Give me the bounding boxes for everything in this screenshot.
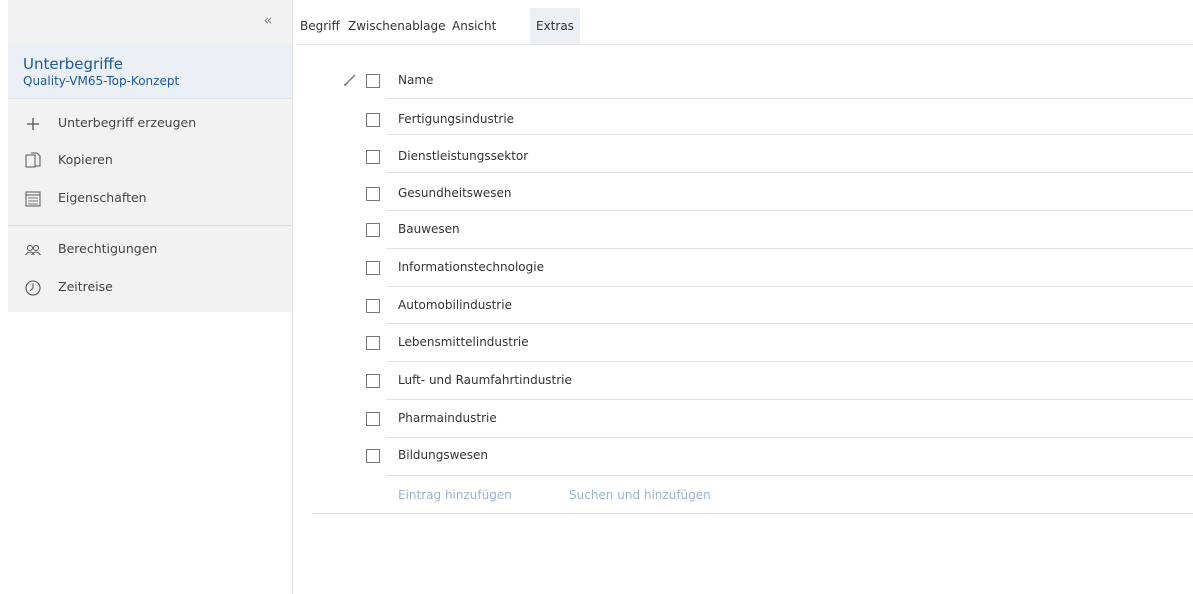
plus-icon xyxy=(27,118,39,130)
clock-icon xyxy=(25,280,41,296)
row-checkbox[interactable] xyxy=(366,299,380,313)
sidebar-item-zeitreise[interactable]: Zeitreise xyxy=(8,268,292,306)
list-item[interactable]: Lebensmittelindustrie xyxy=(398,335,529,349)
select-all-checkbox[interactable] xyxy=(366,74,380,88)
sidebar-title: Unterbegriffe xyxy=(23,55,123,73)
row-checkbox[interactable] xyxy=(366,223,380,237)
sidebar: « Unterbegriffe Quality-VM65-Top-Konzept… xyxy=(8,0,292,594)
sidebar-subtitle: Quality-VM65-Top-Konzept xyxy=(23,74,180,88)
sidebar-empty-area xyxy=(8,312,292,594)
sidebar-item-berechtigungen[interactable]: Berechtigungen xyxy=(8,230,292,268)
list-item[interactable]: Pharmaindustrie xyxy=(398,411,497,425)
menu-zwischenablage[interactable]: Zwischenablage xyxy=(342,8,451,44)
menu-extras[interactable]: Extras xyxy=(530,8,580,44)
row-divider xyxy=(386,172,1193,173)
list-item[interactable]: Bauwesen xyxy=(398,222,460,236)
properties-icon xyxy=(25,191,41,207)
list-item[interactable]: Luft- und Raumfahrtindustrie xyxy=(398,373,572,387)
row-checkbox[interactable] xyxy=(366,374,380,388)
collapse-sidebar-icon[interactable]: « xyxy=(258,10,278,30)
list-bottom-divider xyxy=(312,513,1193,514)
sidebar-item-label: Zeitreise xyxy=(58,279,113,294)
sidebar-divider xyxy=(8,225,292,226)
row-divider xyxy=(386,98,1193,99)
row-divider xyxy=(386,361,1193,362)
row-checkbox[interactable] xyxy=(366,336,380,350)
list-item[interactable]: Automobilindustrie xyxy=(398,298,512,312)
row-checkbox[interactable] xyxy=(366,187,380,201)
list-item[interactable]: Informationstechnologie xyxy=(398,260,544,274)
row-divider xyxy=(386,437,1193,438)
sidebar-item-label: Eigenschaften xyxy=(58,190,147,205)
copy-icon xyxy=(25,152,41,168)
row-checkbox[interactable] xyxy=(366,449,380,463)
sidebar-item-label: Unterbegriff erzeugen xyxy=(58,115,197,130)
list-item[interactable]: Dienstleistungssektor xyxy=(398,149,528,163)
users-icon xyxy=(25,245,41,256)
row-divider xyxy=(386,323,1193,324)
column-header-name[interactable]: Name xyxy=(398,73,433,87)
sidebar-panel: « Unterbegriffe Quality-VM65-Top-Konzept… xyxy=(8,0,292,312)
search-and-add-link[interactable]: Suchen und hinzufügen xyxy=(569,488,711,502)
row-divider xyxy=(386,248,1193,249)
list-item[interactable]: Bildungswesen xyxy=(398,448,488,462)
row-divider xyxy=(386,399,1193,400)
sidebar-header: Unterbegriffe Quality-VM65-Top-Konzept xyxy=(8,44,292,99)
list-item[interactable]: Fertigungsindustrie xyxy=(398,112,514,126)
row-checkbox[interactable] xyxy=(366,150,380,164)
row-divider xyxy=(386,134,1193,135)
sidebar-item-eigenschaften[interactable]: Eigenschaften xyxy=(8,179,292,217)
list-item[interactable]: Gesundheitswesen xyxy=(398,186,511,200)
sidebar-border xyxy=(292,0,293,594)
add-entry-link[interactable]: Eintrag hinzufügen xyxy=(398,488,512,502)
sidebar-item-kopieren[interactable]: Kopieren xyxy=(8,141,292,179)
row-checkbox[interactable] xyxy=(366,412,380,426)
sidebar-item-unterbegriff-erzeugen[interactable]: Unterbegriff erzeugen xyxy=(8,104,292,142)
row-checkbox[interactable] xyxy=(366,113,380,127)
row-checkbox[interactable] xyxy=(366,261,380,275)
menu-divider xyxy=(296,44,1193,45)
sidebar-item-label: Berechtigungen xyxy=(58,241,158,256)
row-divider xyxy=(386,286,1193,287)
pencil-icon[interactable] xyxy=(343,73,357,87)
row-divider xyxy=(386,475,1193,476)
menu-begriff[interactable]: Begriff xyxy=(296,8,344,44)
row-divider xyxy=(386,210,1193,211)
menu-ansicht[interactable]: Ansicht xyxy=(446,8,502,44)
sidebar-item-label: Kopieren xyxy=(58,152,113,167)
